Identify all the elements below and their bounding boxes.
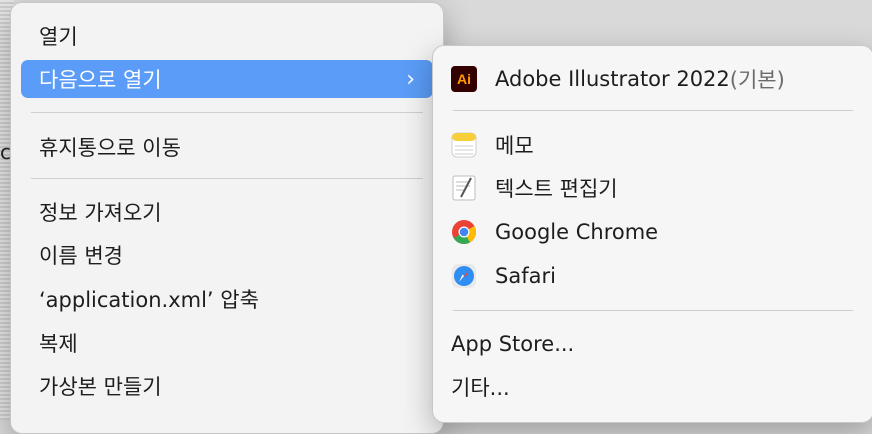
menu-item-label: 복제 xyxy=(39,332,78,356)
default-app-suffix: (기본) xyxy=(729,68,785,92)
menu-item-label: 휴지통으로 이동 xyxy=(39,136,181,160)
textedit-icon xyxy=(451,175,477,201)
app-label: Safari xyxy=(495,264,556,288)
chrome-icon xyxy=(451,219,477,245)
menu-item-label: ‘application.xml’ 압축 xyxy=(39,288,259,312)
menu-item-make-alias[interactable]: 가상본 만들기 xyxy=(21,367,433,405)
svg-text:Ai: Ai xyxy=(457,71,471,87)
chevron-right-icon: › xyxy=(406,66,415,92)
app-store-label: App Store... xyxy=(451,332,575,356)
submenu-item-textedit[interactable]: 텍스트 편집기 xyxy=(451,169,855,207)
menu-item-label: 열기 xyxy=(39,25,78,49)
menu-separator xyxy=(453,310,853,311)
illustrator-icon: Ai xyxy=(451,66,477,92)
safari-icon xyxy=(451,263,477,289)
menu-item-get-info[interactable]: 정보 가져오기 xyxy=(21,193,433,231)
submenu-item-notes[interactable]: 메모 xyxy=(451,126,855,164)
menu-item-label: 가상본 만들기 xyxy=(39,375,162,399)
submenu-item-illustrator[interactable]: Ai Adobe Illustrator 2022 (기본) xyxy=(451,60,855,98)
menu-item-open[interactable]: 열기 xyxy=(21,17,433,55)
app-label: 텍스트 편집기 xyxy=(495,177,618,201)
submenu-item-app-store[interactable]: App Store... xyxy=(451,325,855,363)
notes-icon xyxy=(451,132,477,158)
menu-separator xyxy=(31,112,423,113)
menu-item-compress[interactable]: ‘application.xml’ 압축 xyxy=(21,280,433,318)
open-with-submenu: Ai Adobe Illustrator 2022 (기본) 메모 텍스트 편집… xyxy=(432,45,872,423)
menu-item-label: 정보 가져오기 xyxy=(39,201,162,225)
menu-separator xyxy=(31,178,423,179)
menu-item-rename[interactable]: 이름 변경 xyxy=(21,236,433,274)
menu-item-duplicate[interactable]: 복제 xyxy=(21,324,433,362)
submenu-item-chrome[interactable]: Google Chrome xyxy=(451,213,855,251)
menu-item-open-with[interactable]: 다음으로 열기 › xyxy=(21,60,433,98)
menu-item-move-to-trash[interactable]: 휴지통으로 이동 xyxy=(21,128,433,166)
menu-separator xyxy=(453,110,853,111)
app-label: 메모 xyxy=(495,134,534,158)
app-label: Google Chrome xyxy=(495,220,659,244)
context-menu: 열기 다음으로 열기 › 휴지통으로 이동 정보 가져오기 이름 변경 ‘app… xyxy=(10,2,444,434)
menu-item-label: 이름 변경 xyxy=(39,244,123,268)
submenu-item-safari[interactable]: Safari xyxy=(451,257,855,295)
other-label: 기타... xyxy=(451,376,510,400)
menu-item-label: 다음으로 열기 xyxy=(39,68,162,92)
submenu-item-other[interactable]: 기타... xyxy=(451,368,855,406)
app-label: Adobe Illustrator 2022 xyxy=(495,67,730,91)
